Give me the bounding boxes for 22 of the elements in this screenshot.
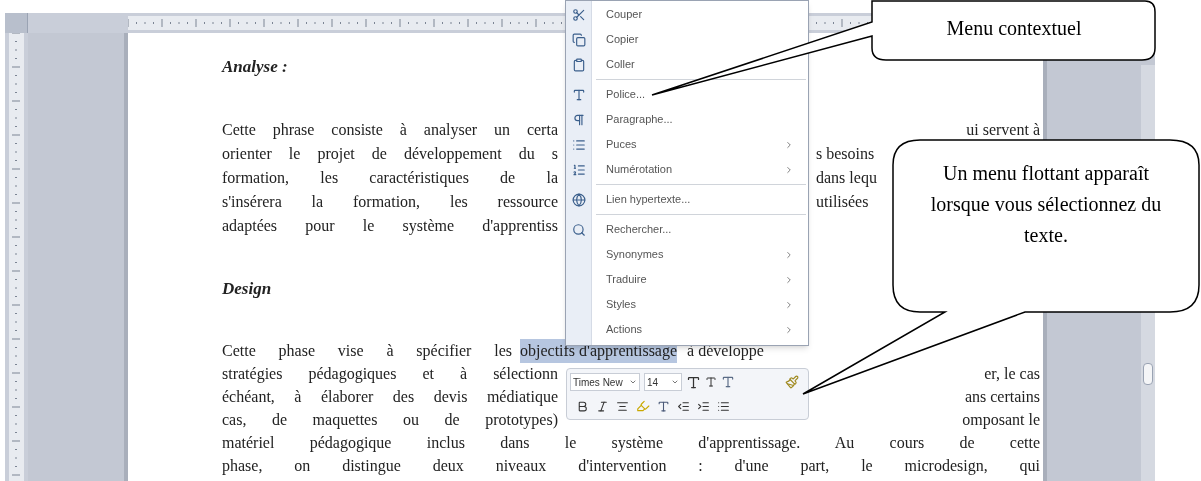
body-text: échéant, à élaborer des devis médiatique (222, 386, 558, 408)
callout-text: Un menu flottant apparaît lorsque vous sélectionnez du texte. (929, 161, 1163, 248)
body-text: Cette phase vise à spécifier les (222, 340, 512, 362)
body-text: adaptées pour le système d'apprentiss (222, 216, 558, 237)
body-text: utilisées (816, 192, 869, 212)
body-text: ans certains (964, 386, 1040, 407)
body-text: dans lequ (816, 168, 877, 189)
body-text: Cette phrase consiste à analyser un certa (222, 120, 558, 141)
section-heading: Analyse : (222, 57, 288, 77)
body-text: orienter le projet de développement du s (222, 144, 558, 165)
body-text: er, le cas (984, 363, 1040, 384)
body-text: cas, de maquettes ou de prototypes) (222, 409, 558, 431)
body-text: s'insérera la formation, les ressource (222, 192, 558, 212)
body-text: s besoins (816, 144, 875, 164)
callout-text: Menu contextuel (946, 16, 1082, 40)
section-heading: Design (222, 279, 272, 299)
body-text: matériel pédagogique inclus dans le système d'apprentissage. Au cours de cette (222, 432, 1040, 454)
body-text: phase, on distingue deux niveaux d'intervention : d'une part, le microdesign, qui (222, 455, 1040, 477)
body-text: formation, les caractéristiques de la (222, 168, 558, 189)
body-text: stratégies pédagogiques et à sélectionn (222, 363, 558, 385)
body-text: ui servent à (966, 120, 1040, 140)
body-text: omposant le (962, 409, 1040, 431)
